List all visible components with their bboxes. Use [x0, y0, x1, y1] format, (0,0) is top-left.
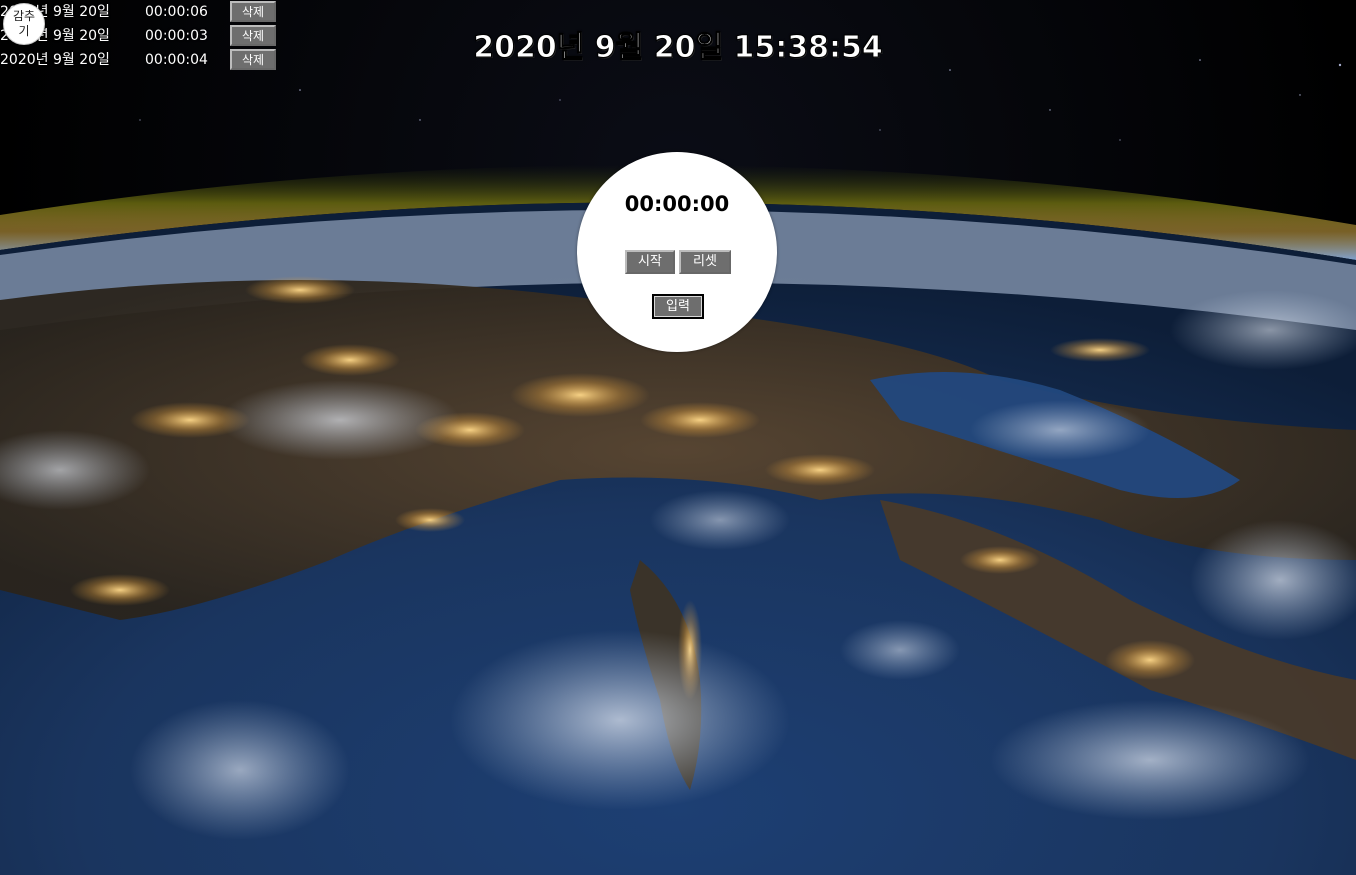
- delete-record-button[interactable]: 삭제: [230, 1, 276, 22]
- earth-scene-graphic: [0, 39, 1356, 875]
- record-date: 2020년 9월 20일: [0, 52, 110, 68]
- delete-record-button[interactable]: 삭제: [230, 49, 276, 70]
- background-earth-image: [0, 0, 1356, 875]
- record-time: 00:00:04: [145, 52, 208, 68]
- clock-text: 2020년 9월 20일 15:38:54: [473, 30, 883, 66]
- hide-records-button[interactable]: 감추기: [3, 3, 45, 45]
- record-time: 00:00:03: [145, 28, 208, 44]
- delete-record-button[interactable]: 삭제: [230, 25, 276, 46]
- record-time: 00:00:06: [145, 4, 208, 20]
- stopwatch-display: 00:00:00: [624, 192, 730, 216]
- stopwatch-panel: 00:00:00 시작 리셋 입력: [577, 152, 777, 352]
- start-button[interactable]: 시작: [625, 250, 675, 274]
- record-row: 2020년 9월 20일 00:00:04 삭제: [0, 48, 290, 72]
- reset-button[interactable]: 리셋: [679, 250, 731, 274]
- record-input-button[interactable]: 입력: [652, 294, 704, 319]
- record-list: 2020년 9월 20일 00:00:06 삭제 2020년 9월 20일 00…: [0, 0, 290, 72]
